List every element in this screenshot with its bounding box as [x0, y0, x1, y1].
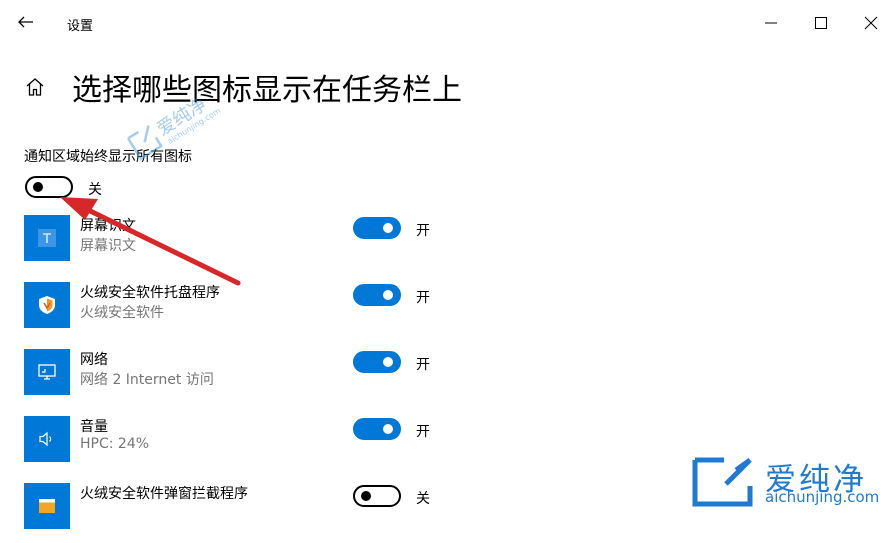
page-title: 选择哪些图标显示在任务栏上	[72, 73, 462, 108]
always-show-toggle[interactable]	[25, 176, 73, 198]
close-icon	[864, 16, 878, 30]
volume-toggle[interactable]	[353, 418, 401, 440]
minimize-icon	[765, 22, 777, 24]
home-icon[interactable]	[24, 76, 46, 98]
toggle-knob	[383, 223, 393, 233]
toggle-state: 开	[416, 424, 430, 440]
toggle-knob	[33, 182, 43, 192]
app-subtitle: 网络 2 Internet 访问	[80, 372, 214, 388]
app-tile	[24, 282, 70, 328]
toggle-knob	[383, 357, 393, 367]
app-name: 屏幕识文	[80, 218, 136, 234]
brand-watermark-url: aichunjing.com	[765, 488, 880, 506]
app-name: 火绒安全软件弹窗拦截程序	[80, 486, 248, 502]
toggle-state: 关	[416, 491, 430, 507]
toggle-knob	[383, 424, 393, 434]
back-button[interactable]	[16, 12, 36, 32]
ocr-text-icon	[38, 229, 56, 247]
app-name: 火绒安全软件托盘程序	[80, 285, 220, 301]
ocr-toggle[interactable]	[353, 217, 401, 239]
title-bar: 设置	[0, 0, 889, 44]
minimize-button[interactable]	[756, 8, 786, 36]
maximize-button[interactable]	[806, 8, 836, 36]
toggle-state: 开	[416, 223, 430, 239]
maximize-icon	[815, 17, 827, 29]
toggle-knob	[383, 290, 393, 300]
list-item-network: 网络 网络 2 Internet 访问 开	[0, 349, 889, 409]
window-title: 设置	[67, 19, 94, 34]
app-tile	[24, 349, 70, 395]
app-subtitle: 火绒安全软件	[80, 305, 164, 321]
popup-block-icon	[39, 499, 55, 513]
toggle-state: 开	[416, 357, 430, 373]
app-name: 网络	[80, 352, 108, 368]
back-arrow-icon	[18, 16, 33, 28]
speaker-icon	[39, 431, 52, 447]
network-toggle[interactable]	[353, 351, 401, 373]
list-item-ocr: 屏幕识文 屏幕识文 开	[0, 215, 889, 275]
app-tile	[24, 215, 70, 261]
app-tile	[24, 416, 70, 462]
app-tile	[24, 483, 70, 529]
huorong-tray-toggle[interactable]	[353, 284, 401, 306]
toggle-state: 开	[416, 290, 430, 306]
close-button[interactable]	[856, 8, 886, 36]
list-item-huorong-tray: 火绒安全软件托盘程序 火绒安全软件 开	[0, 282, 889, 342]
app-subtitle: HPC: 24%	[80, 436, 150, 452]
app-name: 音量	[80, 419, 108, 435]
toggle-knob	[361, 491, 371, 501]
shield-icon	[39, 296, 55, 314]
app-subtitle: 屏幕识文	[80, 238, 136, 254]
always-show-state: 关	[88, 182, 102, 198]
huorong-popup-toggle[interactable]	[353, 485, 401, 507]
network-monitor-icon	[38, 364, 56, 380]
